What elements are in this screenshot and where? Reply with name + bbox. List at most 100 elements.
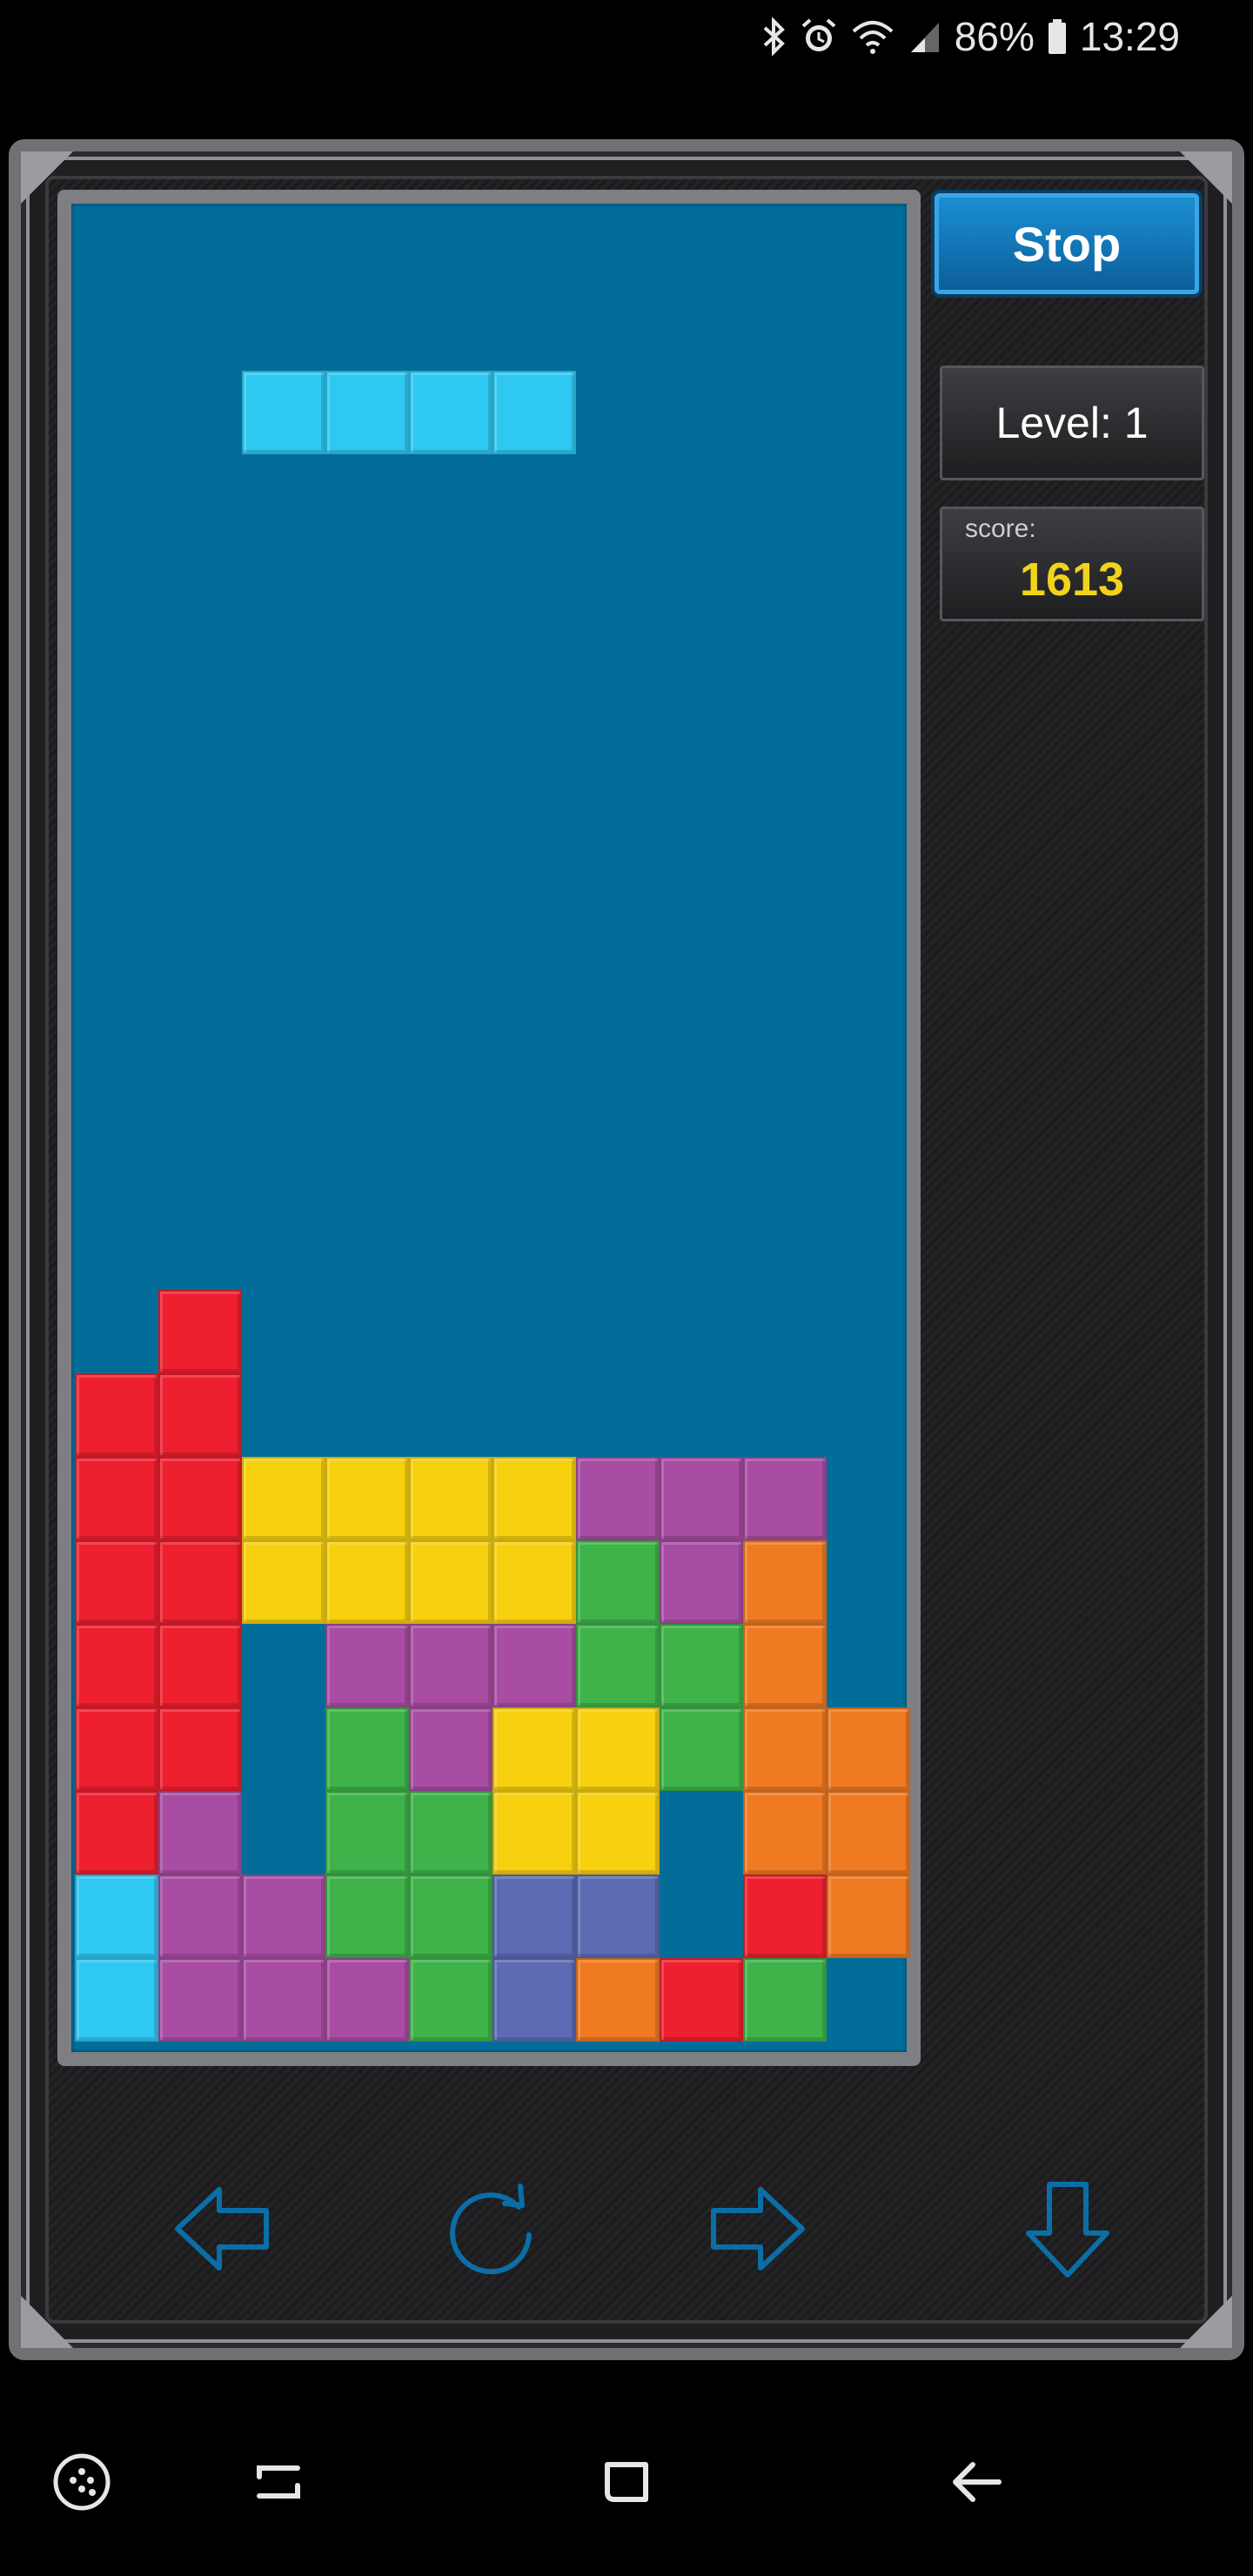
stack-block [242,1875,325,1958]
status-bar: 86% 13:29 [0,0,1253,73]
back-button[interactable] [943,2447,1013,2517]
recent-apps-icon [257,2465,300,2499]
level-display: Level: 1 [940,366,1204,480]
stack-block [158,1457,242,1540]
home-button[interactable] [592,2447,661,2517]
stack-block [158,1624,242,1707]
bluetooth-icon [760,17,787,56]
active-piece-block [492,371,576,454]
stack-block [242,1540,325,1624]
game-tools-button[interactable] [47,2447,117,2517]
stack-block [325,1791,409,1875]
stack-block [492,1791,576,1875]
stack-block [743,1540,827,1624]
stack-block [492,1624,576,1707]
stack-block [158,1958,242,2042]
stack-block [75,1540,158,1624]
stack-block [743,1791,827,1875]
stack-block [409,1540,492,1624]
stack-block [325,1958,409,2042]
stack-block [325,1875,409,1958]
active-piece-block [325,371,409,454]
stack-block [409,1958,492,2042]
stack-block [325,1540,409,1624]
stack-block [743,1875,827,1958]
move-left-button[interactable] [165,2172,278,2285]
stack-block [743,1707,827,1791]
rotate-icon [450,2184,532,2275]
stack-block [827,1875,910,1958]
stack-block [492,1540,576,1624]
stack-block [325,1457,409,1540]
stack-block [158,1290,242,1373]
stack-block [660,1707,743,1791]
stack-block [325,1624,409,1707]
move-right-button[interactable] [701,2172,814,2285]
stack-block [409,1875,492,1958]
signal-icon [908,17,942,56]
tetris-board[interactable] [71,204,910,2052]
stack-block [75,1457,158,1540]
stack-block [576,1457,660,1540]
stack-block [158,1791,242,1875]
alarm-icon [800,17,838,56]
stack-block [409,1624,492,1707]
stack-block [576,1540,660,1624]
status-icons: 86% 13:29 [760,12,1180,61]
stop-button[interactable]: Stop [935,193,1199,294]
stack-block [660,1540,743,1624]
move-right-icon [711,2187,805,2271]
stack-block [409,1707,492,1791]
stack-block [75,1373,158,1457]
screen: 86% 13:29 Stop Level: 1 score: 1613 [0,0,1253,2576]
stack-block [743,1457,827,1540]
navigation-bar [0,2367,1253,2576]
stack-block [75,1791,158,1875]
stack-block [75,1707,158,1791]
drop-down-icon [1026,2182,1109,2277]
stack-block [827,1791,910,1875]
stack-block [242,1457,325,1540]
stack-block [660,1457,743,1540]
stack-block [743,1624,827,1707]
stack-block [75,1875,158,1958]
stack-block [158,1373,242,1457]
battery-percent: 86% [954,14,1035,59]
stack-block [660,1958,743,2042]
stack-block [576,1958,660,2042]
rotate-button[interactable] [435,2172,548,2285]
back-icon [953,2462,1002,2502]
stack-block [492,1958,576,2042]
stack-block [75,1624,158,1707]
stack-block [409,1791,492,1875]
stack-block [576,1875,660,1958]
stack-block [158,1707,242,1791]
stack-block [660,1624,743,1707]
stack-block [325,1707,409,1791]
wifi-icon [850,17,895,56]
stack-block [576,1791,660,1875]
score-display: score: 1613 [940,506,1204,621]
stack-block [576,1707,660,1791]
active-piece-block [242,371,325,454]
stack-block [158,1875,242,1958]
stack-block [576,1624,660,1707]
stack-block [492,1707,576,1791]
stack-block [409,1457,492,1540]
score-label: score: [965,514,1036,543]
move-left-icon [175,2187,269,2271]
recent-apps-button[interactable] [244,2447,313,2517]
game-tools-icon [53,2453,111,2511]
stack-block [492,1875,576,1958]
stack-block [492,1457,576,1540]
stack-block [827,1707,910,1791]
clock: 13:29 [1079,14,1180,59]
stack-block [158,1540,242,1624]
drop-down-button[interactable] [1011,2172,1124,2285]
stack-block [75,1958,158,2042]
battery-icon [1047,17,1068,56]
score-value: 1613 [1019,553,1125,606]
stack-block [743,1958,827,2042]
stack-block [242,1958,325,2042]
home-icon [605,2462,648,2502]
